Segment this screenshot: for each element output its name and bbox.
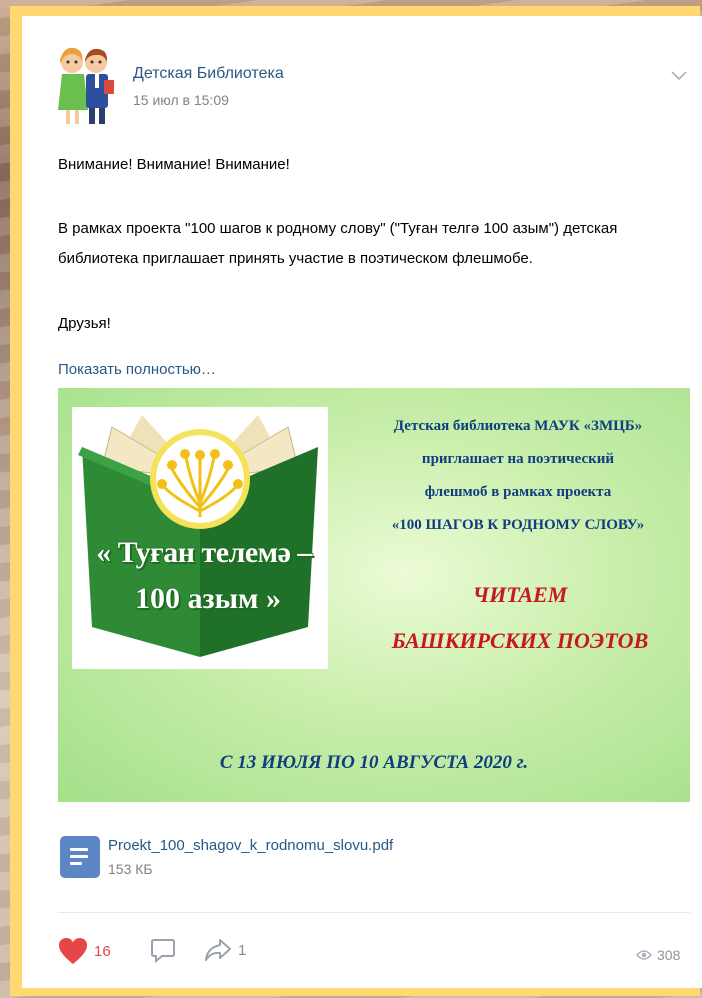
post-date[interactable]: 15 июл в 15:09 bbox=[133, 92, 229, 108]
author-name[interactable]: Детская Библиотека bbox=[133, 65, 284, 83]
comment-icon bbox=[151, 939, 175, 963]
share-arrow-icon bbox=[205, 939, 231, 961]
banner-org-text: «100 ШАГОВ К РОДНОМУ СЛОВУ» bbox=[391, 517, 645, 533]
views-counter: 308 bbox=[636, 947, 680, 963]
post-text-line: В рамках проекта "100 шагов к родному сл… bbox=[58, 220, 618, 237]
post-text-line: Друзья! bbox=[58, 315, 111, 332]
attachment-size: 153 КБ bbox=[108, 861, 153, 877]
chevron-down-icon[interactable] bbox=[670, 68, 688, 82]
banner-headline: ЧИТАЕМ bbox=[472, 582, 568, 607]
project-logo: « Туған телемә – 100 азым » bbox=[72, 407, 328, 669]
post-text-line: библиотека приглашает принять участие в … bbox=[58, 250, 533, 267]
banner-org-text: флешмоб в рамках проекта bbox=[424, 484, 612, 500]
views-count: 308 bbox=[657, 947, 681, 963]
banner-dates: С 13 ИЮЛЯ ПО 10 АВГУСТА 2020 г. bbox=[219, 752, 529, 773]
banner-org-text: приглашает на поэтический bbox=[421, 451, 615, 467]
eye-icon bbox=[636, 950, 652, 960]
post-image-banner[interactable]: « Туған телемә – 100 азым » Детская библ… bbox=[58, 388, 690, 802]
avatar[interactable] bbox=[54, 40, 116, 126]
like-button[interactable]: 16 bbox=[58, 937, 111, 965]
show-more-link[interactable]: Показать полностью… bbox=[58, 361, 216, 378]
comment-button[interactable] bbox=[150, 937, 176, 963]
kids-avatar-icon bbox=[54, 40, 116, 126]
post-card: Детская Библиотека 15 июл в 15:09 Вниман… bbox=[22, 16, 702, 988]
banner-org-text: Детская библиотека МАУК «ЗМЦБ» bbox=[393, 418, 643, 434]
post-text-line: Внимание! Внимание! Внимание! bbox=[58, 156, 290, 173]
logo-text: « Туған телемә – bbox=[95, 535, 313, 570]
share-button[interactable]: 1 bbox=[204, 937, 246, 963]
like-count: 16 bbox=[94, 942, 111, 960]
share-count: 1 bbox=[238, 941, 247, 959]
divider bbox=[58, 912, 690, 913]
logo-text: 100 азым » bbox=[134, 581, 281, 616]
attachment-name[interactable]: Proekt_100_shagov_k_rodnomu_slovu.pdf bbox=[108, 837, 393, 854]
banner-headline: БАШКИРСКИХ ПОЭТОВ bbox=[391, 628, 649, 653]
heart-icon bbox=[59, 938, 87, 964]
document-icon[interactable] bbox=[60, 836, 100, 878]
